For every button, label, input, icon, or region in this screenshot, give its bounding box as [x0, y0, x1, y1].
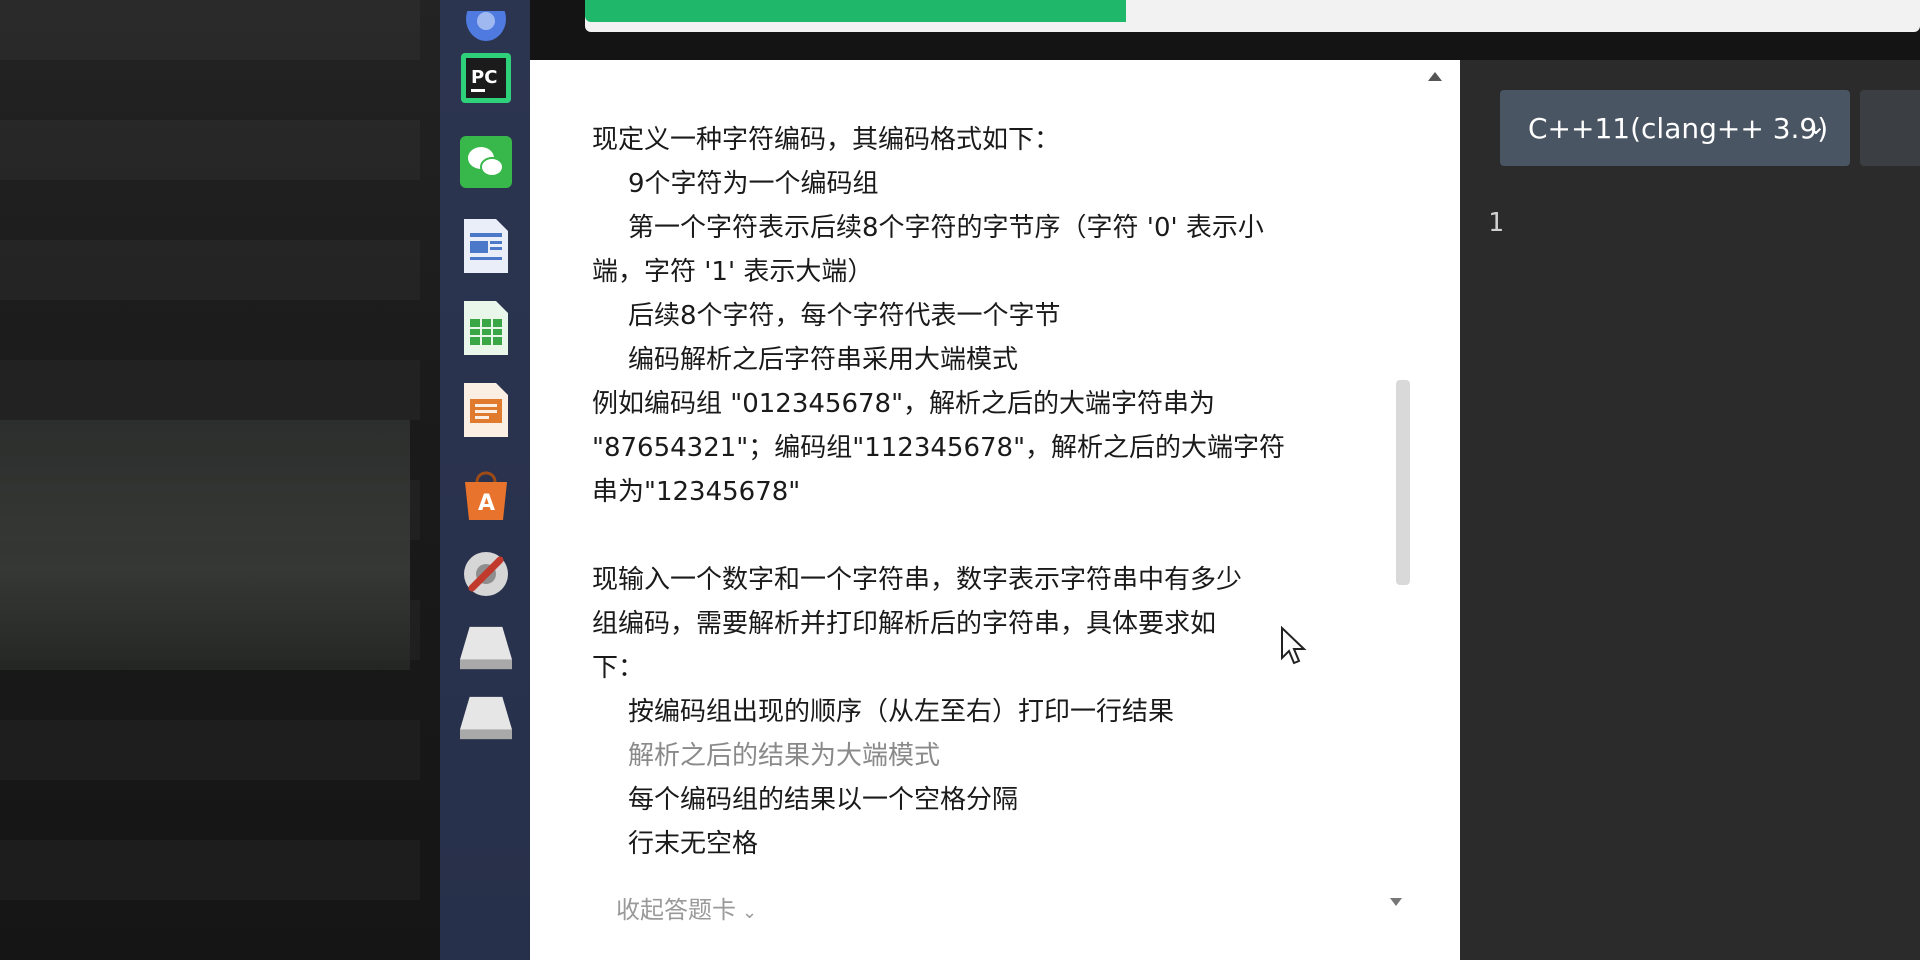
wechat-icon[interactable] — [460, 134, 512, 190]
collapse-answer-card-button[interactable]: 收起答题卡 ⌄ — [616, 890, 757, 925]
question-line: 下： — [592, 653, 645, 683]
bezel-glare — [0, 420, 410, 670]
settings-icon[interactable] — [460, 546, 512, 602]
collapse-label: 收起答题卡 — [616, 896, 736, 924]
calc-icon[interactable] — [460, 300, 512, 356]
question-scrollbar[interactable] — [1396, 380, 1410, 585]
code-editor[interactable]: C++11(clang++ 3.9) ⌄ 1 — [1460, 60, 1920, 960]
browser-icon[interactable] — [460, 0, 512, 56]
scroll-down-arrow[interactable] — [1390, 898, 1402, 906]
question-line: 端，字符 '1' 表示大端） — [592, 257, 874, 287]
question-line: 后续8个字符，每个字符代表一个字节 — [628, 301, 1061, 331]
question-line: 例如编码组 "012345678"，解析之后的大端字符串为 — [592, 389, 1216, 419]
writer-icon[interactable] — [460, 218, 512, 274]
svg-text:A: A — [478, 491, 495, 516]
chevron-down-icon: ⌄ — [1805, 112, 1826, 140]
question-line: 组编码，需要解析并打印解析后的字符串，具体要求如 — [592, 609, 1217, 639]
line-number: 1 — [1488, 208, 1504, 238]
question-panel: 现定义一种字符编码，其编码格式如下： 9个字符为一个编码组第一个字符表示后续8个字… — [530, 60, 1460, 960]
question-line: 串为"12345678" — [592, 477, 801, 507]
editor-toolbar-edge[interactable] — [1860, 90, 1920, 166]
exam-progress-fill — [585, 0, 1126, 22]
impress-icon[interactable] — [460, 382, 512, 438]
question-line: 编码解析之后字符串采用大端模式 — [628, 345, 1019, 375]
question-line: 按编码组出现的顺序（从左至右）打印一行结果 — [628, 697, 1175, 727]
question-line: 现定义一种字符编码，其编码格式如下： — [592, 125, 1061, 155]
drive-icon[interactable] — [460, 620, 512, 676]
question-line: 9个字符为一个编码组 — [628, 169, 879, 199]
question-line: 解析之后的结果为大端模式 — [628, 741, 941, 771]
software-center-icon[interactable]: A — [460, 466, 512, 522]
pycharm-icon[interactable]: PC — [460, 50, 512, 106]
svg-text:PC: PC — [471, 67, 497, 88]
question-line: 行末无空格 — [628, 829, 759, 859]
drive-icon-2[interactable] — [460, 690, 512, 746]
question-line: "87654321"；编码组"112345678"，解析之后的大端字符 — [592, 433, 1286, 463]
app-dock: PC A — [440, 0, 530, 960]
chevron-down-icon: ⌄ — [742, 902, 758, 923]
language-select[interactable]: C++11(clang++ 3.9) ⌄ — [1500, 90, 1850, 166]
question-text: 现定义一种字符编码，其编码格式如下： 9个字符为一个编码组第一个字符表示后续8个字… — [592, 118, 1372, 866]
language-select-value: C++11(clang++ 3.9) — [1528, 111, 1829, 145]
question-line: 第一个字符表示后续8个字符的字节序（字符 '0' 表示小 — [628, 213, 1264, 243]
mouse-cursor-icon — [1280, 625, 1308, 670]
question-line: 每个编码组的结果以一个空格分隔 — [628, 785, 1019, 815]
question-line: 现输入一个数字和一个字符串，数字表示字符串中有多少 — [592, 565, 1243, 595]
scroll-up-arrow[interactable] — [1428, 72, 1442, 81]
exam-progress-bar — [585, 0, 1920, 32]
